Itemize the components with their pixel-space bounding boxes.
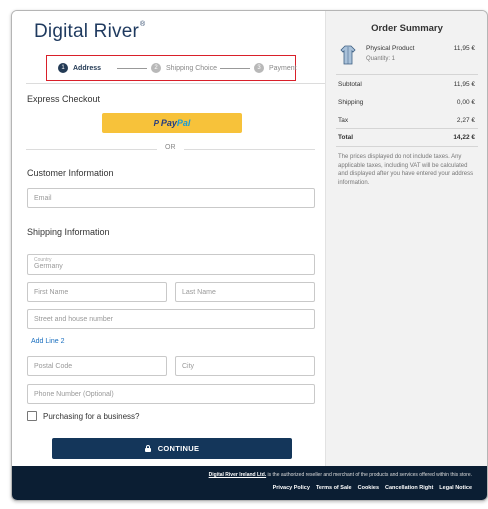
footer: Digital River Ireland Ltd. is the author… — [12, 466, 487, 500]
step-shipping-choice[interactable]: 2 Shipping Choice — [151, 63, 217, 73]
shipping-label: Shipping — [338, 99, 364, 106]
city-field[interactable]: City — [175, 356, 315, 376]
subtotal-label: Subtotal — [338, 81, 362, 88]
business-checkbox[interactable] — [27, 411, 37, 421]
business-checkbox-row[interactable]: Purchasing for a business? — [27, 411, 140, 421]
legal-notice-link[interactable]: Legal Notice — [439, 485, 472, 491]
country-value: Germany — [34, 263, 63, 270]
checkout-window: Digital River® 1 Address 2 Shipping Choi… — [11, 10, 488, 501]
divider — [26, 83, 325, 84]
total-label: Total — [338, 134, 354, 141]
shipping-value: 0,00 € — [456, 99, 475, 106]
or-text: OR — [165, 144, 176, 151]
tax-note: The prices displayed do not include taxe… — [338, 154, 474, 186]
privacy-policy-link[interactable]: Privacy Policy — [273, 485, 310, 491]
divider — [336, 146, 478, 147]
cancellation-right-link[interactable]: Cancellation Right — [385, 485, 433, 491]
street-field[interactable]: Street and house number — [27, 309, 315, 329]
step-label: Payment — [269, 64, 297, 72]
step-number: 3 — [254, 63, 264, 73]
step-divider — [220, 68, 250, 69]
tax-row: Tax 2,27 € — [338, 117, 475, 124]
step-address[interactable]: 1 Address — [58, 63, 101, 73]
paypal-button[interactable]: P Pay Pal — [102, 113, 242, 133]
express-checkout-heading: Express Checkout — [27, 94, 101, 104]
step-label: Address — [73, 64, 102, 72]
step-divider — [117, 68, 147, 69]
postal-code-field[interactable]: Postal Code — [27, 356, 167, 376]
total-value: 14,22 € — [453, 134, 475, 141]
cookies-link[interactable]: Cookies — [358, 485, 379, 491]
paypal-pal-text: Pal — [176, 118, 191, 128]
step-number: 1 — [58, 63, 68, 73]
step-label: Shipping Choice — [166, 64, 217, 72]
footer-links: Privacy Policy Terms of Sale Cookies Can… — [273, 485, 472, 491]
tax-value: 2,27 € — [456, 117, 475, 124]
business-checkbox-label: Purchasing for a business? — [43, 411, 140, 421]
shipping-row: Shipping 0,00 € — [338, 99, 475, 106]
divider — [336, 128, 478, 129]
product-quantity: Quantity: 1 — [366, 56, 396, 62]
reseller-text: is the authorized reseller and merchant … — [266, 472, 472, 478]
digital-river-logo: Digital River® — [34, 21, 146, 42]
last-name-field[interactable]: Last Name — [175, 282, 315, 302]
divider — [336, 74, 478, 75]
paypal-pay-text: Pay — [160, 118, 177, 128]
order-summary-title: Order Summary — [371, 23, 443, 34]
email-field[interactable]: Email — [27, 188, 315, 208]
continue-label: CONTINUE — [157, 444, 200, 453]
terms-of-sale-link[interactable]: Terms of Sale — [316, 485, 352, 491]
lock-icon — [144, 445, 151, 452]
first-name-field[interactable]: First Name — [27, 282, 167, 302]
continue-button[interactable]: CONTINUE — [52, 438, 292, 459]
total-row: Total 14,22 € — [338, 134, 475, 141]
reseller-notice: Digital River Ireland Ltd. is the author… — [209, 472, 472, 478]
customer-information-heading: Customer Information — [27, 168, 114, 178]
phone-field[interactable]: Phone Number (Optional) — [27, 384, 315, 404]
product-name: Physical Product — [366, 45, 415, 52]
subtotal-row: Subtotal 11,95 € — [338, 81, 475, 88]
step-payment[interactable]: 3 Payment — [254, 63, 297, 73]
shirt-icon — [340, 45, 356, 65]
step-number: 2 — [151, 63, 161, 73]
subtotal-value: 11,95 € — [453, 81, 475, 88]
checkout-form-panel: Digital River® 1 Address 2 Shipping Choi… — [12, 11, 325, 466]
product-price: 11,95 € — [453, 45, 475, 52]
company-link[interactable]: Digital River Ireland Ltd. — [209, 472, 267, 478]
shipping-information-heading: Shipping Information — [27, 227, 110, 237]
tax-label: Tax — [338, 117, 349, 124]
checkout-stepper: 1 Address 2 Shipping Choice 3 Payment — [46, 55, 297, 81]
or-divider-left — [26, 149, 157, 150]
country-select[interactable]: Country Germany — [27, 254, 315, 275]
add-line-2-link[interactable]: Add Line 2 — [31, 338, 64, 345]
order-summary-panel: Order Summary Physical Product Quantity:… — [325, 11, 487, 466]
or-divider-right — [184, 149, 315, 150]
paypal-icon: P — [153, 118, 159, 128]
